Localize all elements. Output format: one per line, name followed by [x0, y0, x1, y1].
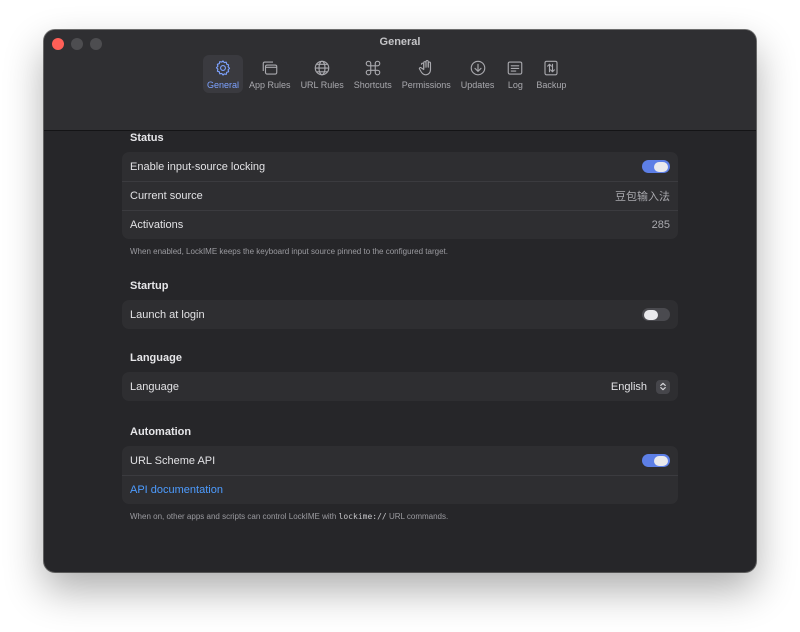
tab-label: App Rules	[249, 80, 291, 90]
tab-shortcuts[interactable]: Shortcuts	[350, 55, 396, 93]
tab-label: Updates	[460, 80, 495, 90]
tab-label: URL Rules	[300, 80, 344, 90]
tab-app-rules[interactable]: App Rules	[245, 55, 295, 93]
automation-group: URL Scheme API API documentation	[122, 446, 678, 504]
status-note: When enabled, LockIME keeps the keyboard…	[130, 247, 448, 256]
toggle-knob	[654, 455, 668, 466]
tab-label: Log	[507, 80, 523, 90]
activations-value: 285	[651, 219, 670, 231]
tab-backup[interactable]: Backup	[532, 55, 570, 93]
toggle-knob	[644, 309, 658, 320]
section-title-startup: Startup	[130, 280, 169, 292]
general-settings-pane: Status Enable input-source locking Curre…	[122, 130, 678, 521]
tab-log[interactable]: Log	[500, 55, 530, 93]
automation-note-suffix: URL commands.	[386, 512, 449, 521]
launch-at-login-row: Launch at login	[122, 300, 678, 329]
download-icon	[467, 58, 489, 78]
activations-label: Activations	[130, 219, 184, 231]
enable-locking-row: Enable input-source locking	[122, 152, 678, 181]
app-windows-icon	[259, 58, 281, 78]
launch-at-login-label: Launch at login	[130, 308, 205, 321]
tab-general[interactable]: General	[203, 55, 244, 93]
gear-icon	[212, 58, 234, 78]
automation-note: When on, other apps and scripts can cont…	[130, 512, 678, 521]
api-documentation-row: API documentation	[122, 475, 678, 504]
tab-label: Permissions	[401, 80, 451, 90]
url-scheme-label: URL Scheme API	[130, 454, 216, 467]
section-title-language: Language	[130, 352, 182, 364]
current-source-row: Current source 豆包输入法	[122, 181, 678, 210]
hand-icon	[415, 58, 437, 78]
language-select[interactable]: English	[610, 379, 670, 394]
backup-icon	[540, 58, 562, 78]
command-icon	[362, 58, 384, 78]
activations-row: Activations 285	[122, 210, 678, 239]
launch-at-login-toggle[interactable]	[642, 308, 670, 321]
api-documentation-link[interactable]: API documentation	[130, 484, 223, 496]
globe-icon	[311, 58, 333, 78]
language-selected-value: English	[610, 380, 647, 393]
toggle-knob	[654, 161, 668, 172]
language-row: Language English	[122, 372, 678, 401]
window-title: General	[379, 36, 421, 48]
title-bar: General General App Rules URL Rules Shor…	[44, 30, 756, 131]
section-title-status: Status	[130, 132, 164, 144]
chevron-up-down-icon	[656, 379, 670, 394]
language-group: Language English	[122, 372, 678, 401]
tab-label: Shortcuts	[353, 80, 392, 90]
preferences-toolbar: General App Rules URL Rules Shortcuts Pe…	[203, 55, 570, 93]
tab-label: General	[207, 80, 240, 90]
current-source-value: 豆包输入法	[615, 191, 670, 203]
enable-locking-label: Enable input-source locking	[130, 160, 266, 173]
status-group: Enable input-source locking Current sour…	[122, 152, 678, 239]
automation-note-prefix: When on, other apps and scripts can cont…	[130, 512, 339, 521]
current-source-label: Current source	[130, 190, 203, 202]
tab-permissions[interactable]: Permissions	[398, 55, 455, 93]
tab-label: Backup	[536, 80, 567, 90]
automation-note-code: lockime://	[338, 512, 387, 521]
url-scheme-row: URL Scheme API	[122, 446, 678, 475]
language-label: Language	[130, 380, 179, 393]
section-title-automation: Automation	[130, 426, 192, 438]
url-scheme-toggle[interactable]	[642, 454, 670, 467]
tab-updates[interactable]: Updates	[457, 55, 499, 93]
startup-group: Launch at login	[122, 300, 678, 329]
enable-locking-toggle[interactable]	[642, 160, 670, 173]
tab-url-rules[interactable]: URL Rules	[297, 55, 348, 93]
list-icon	[504, 58, 526, 78]
settings-window: General General App Rules URL Rules Shor…	[44, 30, 756, 572]
